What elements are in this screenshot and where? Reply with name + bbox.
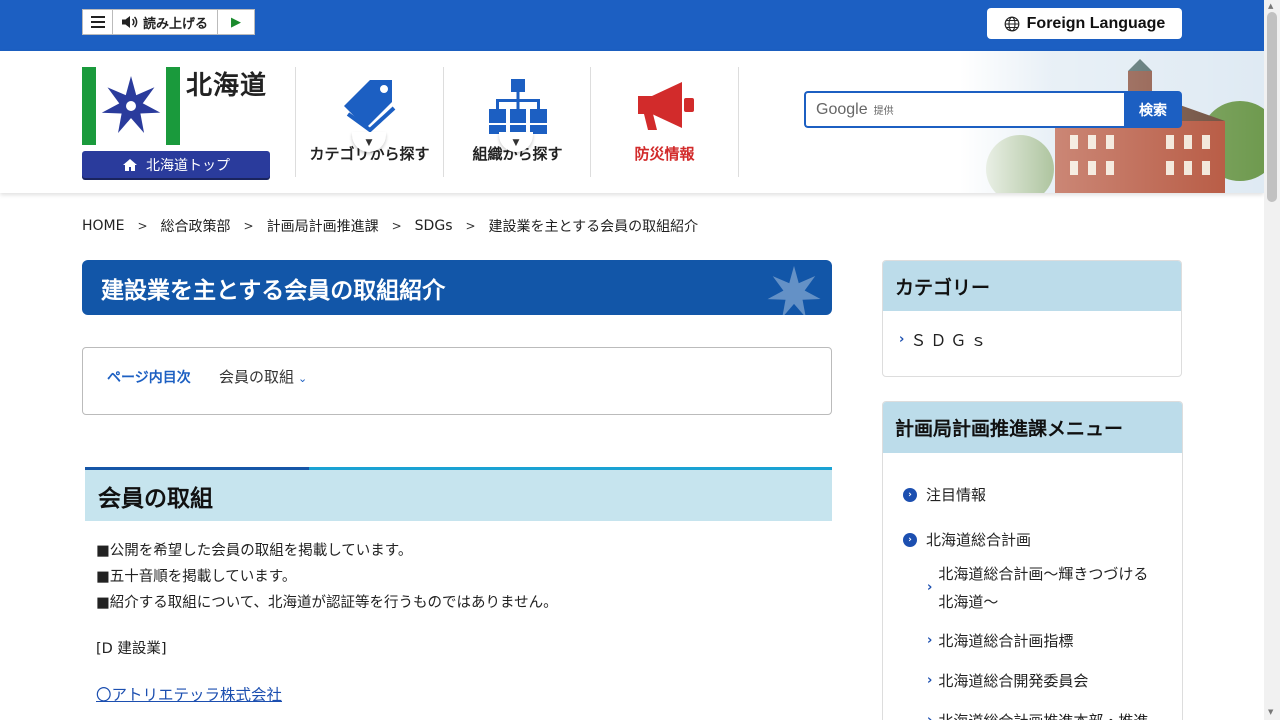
site-search: Google 提供 検索 [804, 91, 1182, 128]
scroll-up-icon[interactable]: ▲ [1268, 2, 1273, 10]
submenu-item-label: 北海道総合計画推進本部・推進 [938, 707, 1158, 720]
top-bar: 読み上げる ▶ Foreign Language [0, 0, 1264, 51]
menu-item-label: 北海道総合計画 [926, 531, 1032, 549]
menu-item-label: 注目情報 [926, 486, 987, 504]
nav-divider [738, 67, 739, 177]
logo-text: 北海道 [186, 71, 268, 101]
logo-green-band [166, 67, 180, 145]
section-menu-heading: 計画局計画推進課メニュー [883, 402, 1182, 453]
breadcrumb-home[interactable]: HOME [82, 218, 124, 234]
chevron-right-icon: > [243, 219, 254, 233]
megaphone-icon [637, 82, 694, 130]
site-header: 北海道 北海道トップ カテゴリから探す 組織から探す 防災情報 Google 提… [0, 51, 1264, 193]
breadcrumb-current: 建設業を主とする会員の取組紹介 [488, 219, 699, 235]
nav-label: 防災情報 [634, 145, 695, 163]
globe-icon [1004, 16, 1020, 31]
chevron-right-icon: › [927, 580, 933, 595]
submenu-item[interactable]: › 北海道総合計画指標 [927, 627, 1158, 655]
chevron-right-icon: > [391, 219, 402, 233]
note-line: ■紹介する取組について、北海道が認証等を行うものではありません。 [96, 595, 558, 611]
breadcrumb-item[interactable]: 総合政策部 [161, 216, 231, 236]
search-input[interactable]: Google 提供 [804, 91, 1124, 128]
hokkaido-star-emblem-icon [96, 67, 166, 145]
hamburger-line [90, 21, 105, 23]
hokkaido-top-label: 北海道トップ [146, 157, 230, 174]
submenu-item-label: 北海道総合計画指標 [938, 632, 1074, 650]
chevron-down-icon: ⌄ [298, 372, 308, 385]
category-heading: カテゴリー [883, 261, 1181, 311]
hokkaido-logo[interactable]: 北海道 [82, 67, 270, 147]
submenu-item[interactable]: › 北海道総合計画推進本部・推進 [927, 707, 1158, 720]
search-button[interactable]: 検索 [1124, 91, 1182, 128]
page-scrollbar[interactable]: ▲ ▼ [1264, 0, 1280, 720]
read-aloud-widget: 読み上げる ▶ [82, 9, 255, 35]
play-button[interactable]: ▶ [218, 10, 254, 34]
home-icon [123, 158, 137, 171]
submenu-item[interactable]: › 北海道総合開発委員会 [927, 667, 1158, 695]
chevron-right-icon: › [927, 633, 933, 648]
category-item-sdgs[interactable]: › ＳＤＧｓ [899, 327, 990, 351]
caret-down-icon: ▼ [512, 138, 520, 148]
read-aloud-button[interactable]: 読み上げる [113, 10, 218, 34]
scroll-down-icon[interactable]: ▼ [1268, 708, 1273, 716]
hamburger-line [90, 16, 105, 18]
chevron-right-icon: › [927, 673, 933, 688]
page-title: 建設業を主とする会員の取組紹介 [82, 260, 832, 315]
breadcrumb: HOME > 総合政策部 > 計画局計画推進課 > SDGs > 建設業を主とす… [82, 216, 698, 236]
section-menu-card: 計画局計画推進課メニュー › 注目情報 › 北海道総合計画 › 北海道総合計画～… [882, 401, 1183, 720]
toc-link-label: 会員の取組 [219, 368, 295, 386]
page-title-text: 建設業を主とする会員の取組紹介 [101, 277, 446, 304]
chevron-right-icon: › [927, 707, 932, 720]
breadcrumb-item[interactable]: 計画局計画推進課 [267, 216, 379, 236]
nav-organization-search[interactable]: 組織から探す [443, 67, 591, 177]
section-body: ■公開を希望した会員の取組を掲載しています。 ■五十音順を掲載しています。 ■紹… [96, 538, 558, 708]
google-label: Google [816, 100, 868, 118]
scrollbar-thumb[interactable] [1267, 12, 1277, 202]
circle-chevron-icon: › [903, 532, 917, 547]
star-watermark-icon [767, 265, 821, 315]
play-icon: ▶ [231, 14, 241, 30]
caret-down-icon: ▼ [365, 138, 373, 148]
submenu-item[interactable]: › 北海道総合計画～輝きつづける北海道～ [927, 560, 1158, 616]
tag-icon [343, 80, 395, 133]
circle-chevron-icon: › [903, 487, 917, 502]
menu-item[interactable]: › 北海道総合計画 [903, 529, 1031, 550]
note-line: ■五十音順を掲載しています。 [96, 569, 297, 585]
org-chart-icon [488, 79, 547, 134]
page-toc: ページ内目次 会員の取組 ⌄ [82, 347, 832, 415]
submenu-item-label: 北海道総合計画～輝きつづける北海道～ [938, 565, 1149, 611]
category-card: カテゴリー › ＳＤＧｓ [882, 260, 1182, 377]
speaker-icon [122, 16, 138, 28]
breadcrumb-item[interactable]: SDGs [415, 218, 453, 234]
hamburger-line [90, 26, 105, 28]
toc-lead: ページ内目次 [107, 370, 191, 386]
category-item-label: ＳＤＧｓ [910, 331, 991, 350]
foreign-language-button[interactable]: Foreign Language [987, 8, 1182, 39]
chevron-right-icon: › [899, 331, 905, 347]
member-link[interactable]: 〇アトリエテッラ株式会社 [96, 682, 558, 708]
section-heading-text: 会員の取組 [98, 485, 213, 512]
chevron-right-icon: > [137, 219, 148, 233]
toc-link[interactable]: 会員の取組 ⌄ [219, 366, 307, 387]
foreign-language-label: Foreign Language [1026, 14, 1166, 32]
read-aloud-label: 読み上げる [143, 16, 209, 32]
logo-green-band [82, 67, 96, 145]
section-heading: 会員の取組 [85, 467, 832, 521]
note-line: ■公開を希望した会員の取組を掲載しています。 [96, 543, 413, 559]
hokkaido-top-button[interactable]: 北海道トップ [82, 151, 270, 178]
nav-category-search[interactable]: カテゴリから探す [295, 67, 443, 177]
industry-category-label: [D 建設業] [96, 641, 167, 657]
chevron-right-icon: > [465, 219, 476, 233]
provided-label: 提供 [873, 106, 894, 117]
reader-menu-button[interactable] [83, 10, 113, 34]
submenu-item-label: 北海道総合開発委員会 [938, 672, 1089, 690]
heading-accent-bar [85, 467, 309, 470]
nav-disaster-info[interactable]: 防災情報 [590, 67, 738, 177]
menu-item[interactable]: › 注目情報 [903, 484, 986, 505]
